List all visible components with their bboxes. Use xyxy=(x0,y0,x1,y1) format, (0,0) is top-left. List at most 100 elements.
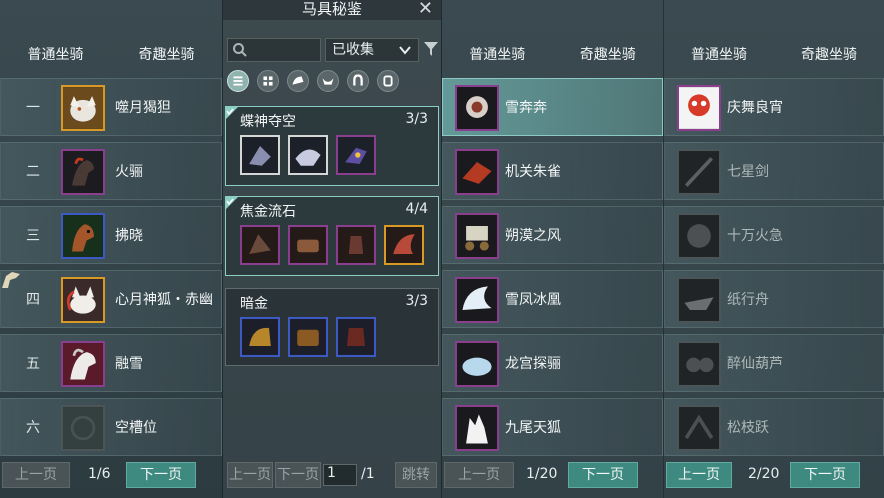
mount-name: 九尾天狐 xyxy=(505,420,561,436)
collection-filter-select[interactable]: 已收集 xyxy=(325,38,419,62)
next-page-button[interactable]: 下一页 xyxy=(568,462,638,488)
mount-row[interactable]: 六 空槽位 xyxy=(0,398,222,456)
horseshoe-category-icon[interactable] xyxy=(347,70,369,92)
mount-name: 朔漠之风 xyxy=(505,228,561,244)
prev-page-button[interactable]: 上一页 xyxy=(227,462,273,488)
mount-name: 融雪 xyxy=(115,356,143,372)
sword-mount-icon xyxy=(677,149,721,195)
mount-name: 拂晓 xyxy=(115,228,143,244)
mount-row[interactable]: 二 火骊 xyxy=(0,142,222,200)
mount-name: 火骊 xyxy=(115,164,143,180)
select-value: 已收集 xyxy=(332,42,374,58)
page-indicator: 2/20 xyxy=(748,466,780,482)
saddle-piece-icon[interactable] xyxy=(240,135,280,175)
next-page-button[interactable]: 下一页 xyxy=(790,462,860,488)
next-page-button[interactable]: 下一页 xyxy=(126,462,196,488)
mount-row[interactable]: 十万火急 xyxy=(664,206,884,264)
equipment-set-card[interactable]: 蝶神夺空 3/3 xyxy=(225,106,439,186)
mount-row[interactable]: 纸行舟 xyxy=(664,270,884,328)
set-progress: 3/3 xyxy=(405,293,428,309)
white-horse-mount-icon xyxy=(61,341,105,387)
empty-slot-icon xyxy=(61,405,105,451)
search-icon xyxy=(233,43,247,57)
mount-row[interactable]: 松枝跃 xyxy=(664,398,884,456)
mount-row[interactable]: 七星剑 xyxy=(664,142,884,200)
prev-page-button[interactable]: 上一页 xyxy=(666,462,732,488)
tab-fun-mounts[interactable]: 奇趣坐骑 xyxy=(774,44,884,66)
page-total: /1 xyxy=(361,466,375,482)
page-indicator: 1/6 xyxy=(88,466,111,482)
tab-fun-mounts[interactable]: 奇趣坐骑 xyxy=(111,44,222,66)
row-index: 三 xyxy=(26,228,40,244)
mount-list-panel-right: 普通坐骑 奇趣坐骑 庆舞良宵 七星剑 十万火急 纸行舟 醉仙葫芦 松枝跃 上一页… xyxy=(663,0,884,498)
prev-page-button[interactable]: 上一页 xyxy=(444,462,514,488)
mount-name: 醉仙葫芦 xyxy=(727,356,783,372)
mount-name: 松枝跃 xyxy=(727,420,769,436)
lion-dance-mount-icon xyxy=(677,85,721,131)
mask-piece-icon[interactable] xyxy=(336,135,376,175)
reins-category-icon[interactable] xyxy=(377,70,399,92)
prev-page-button[interactable]: 上一页 xyxy=(2,462,70,488)
close-icon[interactable]: ✕ xyxy=(418,0,433,19)
all-list-icon[interactable] xyxy=(227,70,249,92)
filter-icon[interactable] xyxy=(423,40,439,58)
mount-list-panel-middle: 普通坐骑 奇趣坐骑 雪奔奔 机关朱雀 朔漠之风 雪凤冰凰 龙宫探骊 九尾天狐 上… xyxy=(442,0,663,498)
horse-silhouette-icon xyxy=(2,272,20,288)
chevron-down-icon xyxy=(399,46,411,55)
jump-button[interactable]: 跳转 xyxy=(395,462,437,488)
mount-row[interactable]: 朔漠之风 xyxy=(442,206,663,264)
mount-name: 龙宫探骊 xyxy=(505,356,561,372)
mount-row[interactable]: 雪奔奔 xyxy=(442,78,663,136)
wing-piece-icon[interactable] xyxy=(384,225,424,265)
set-name: 焦金流石 xyxy=(240,204,296,220)
saddle-category-icon[interactable] xyxy=(317,70,339,92)
mount-row[interactable]: 庆舞良宵 xyxy=(664,78,884,136)
row-index: 四 xyxy=(26,292,40,308)
saddle-piece-icon[interactable] xyxy=(288,317,328,357)
mount-row[interactable]: 三 拂晓 xyxy=(0,206,222,264)
mount-row[interactable]: 一 噬月猲狚 xyxy=(0,78,222,136)
mount-row[interactable]: 雪凤冰凰 xyxy=(442,270,663,328)
helmet-piece-icon[interactable] xyxy=(240,225,280,265)
checkmark-icon xyxy=(225,106,239,120)
set-progress: 3/3 xyxy=(405,111,428,127)
white-wolf-mount-icon xyxy=(61,85,105,131)
mount-type-tabs: 普通坐骑 奇趣坐骑 xyxy=(442,44,663,66)
stirrup-piece-icon[interactable] xyxy=(336,225,376,265)
grid-category-icon[interactable] xyxy=(257,70,279,92)
helmet-piece-icon[interactable] xyxy=(240,317,280,357)
mount-row[interactable]: 五 融雪 xyxy=(0,334,222,392)
armor-piece-icon[interactable] xyxy=(336,317,376,357)
mount-name: 庆舞良宵 xyxy=(727,100,783,116)
tab-normal-mounts[interactable]: 普通坐骑 xyxy=(442,44,553,66)
helmet-category-icon[interactable] xyxy=(287,70,309,92)
ice-phoenix-mount-icon xyxy=(455,277,499,323)
dragon-shell-mount-icon xyxy=(455,341,499,387)
mount-name: 心月神狐・赤幽 xyxy=(115,292,213,308)
snow-beast-mount-icon xyxy=(455,85,499,131)
fire-orb-mount-icon xyxy=(677,213,721,259)
equipment-set-card[interactable]: 焦金流石 4/4 xyxy=(225,196,439,276)
mount-row[interactable]: 机关朱雀 xyxy=(442,142,663,200)
mount-row[interactable]: 九尾天狐 xyxy=(442,398,663,456)
mount-name: 雪凤冰凰 xyxy=(505,292,561,308)
tab-fun-mounts[interactable]: 奇趣坐骑 xyxy=(553,44,664,66)
armor-piece-icon[interactable] xyxy=(288,135,328,175)
equipment-set-card[interactable]: 暗金 3/3 xyxy=(225,288,439,366)
gourd-mount-icon xyxy=(677,341,721,387)
mount-row[interactable]: 醉仙葫芦 xyxy=(664,334,884,392)
mount-name: 七星剑 xyxy=(727,164,769,180)
mount-row[interactable]: 龙宫探骊 xyxy=(442,334,663,392)
mount-name: 机关朱雀 xyxy=(505,164,561,180)
page-number-input[interactable]: 1 xyxy=(323,464,357,486)
search-input[interactable] xyxy=(227,38,321,62)
saddle-piece-icon[interactable] xyxy=(288,225,328,265)
mount-row[interactable]: 四 心月神狐・赤幽 xyxy=(0,270,222,328)
row-index: 一 xyxy=(26,100,40,116)
tab-normal-mounts[interactable]: 普通坐骑 xyxy=(0,44,111,66)
page-indicator: 1/20 xyxy=(526,466,558,482)
tab-normal-mounts[interactable]: 普通坐骑 xyxy=(664,44,774,66)
chestnut-horse-mount-icon xyxy=(61,213,105,259)
next-page-button[interactable]: 下一页 xyxy=(275,462,321,488)
mount-type-tabs: 普通坐骑 奇趣坐骑 xyxy=(0,44,222,66)
